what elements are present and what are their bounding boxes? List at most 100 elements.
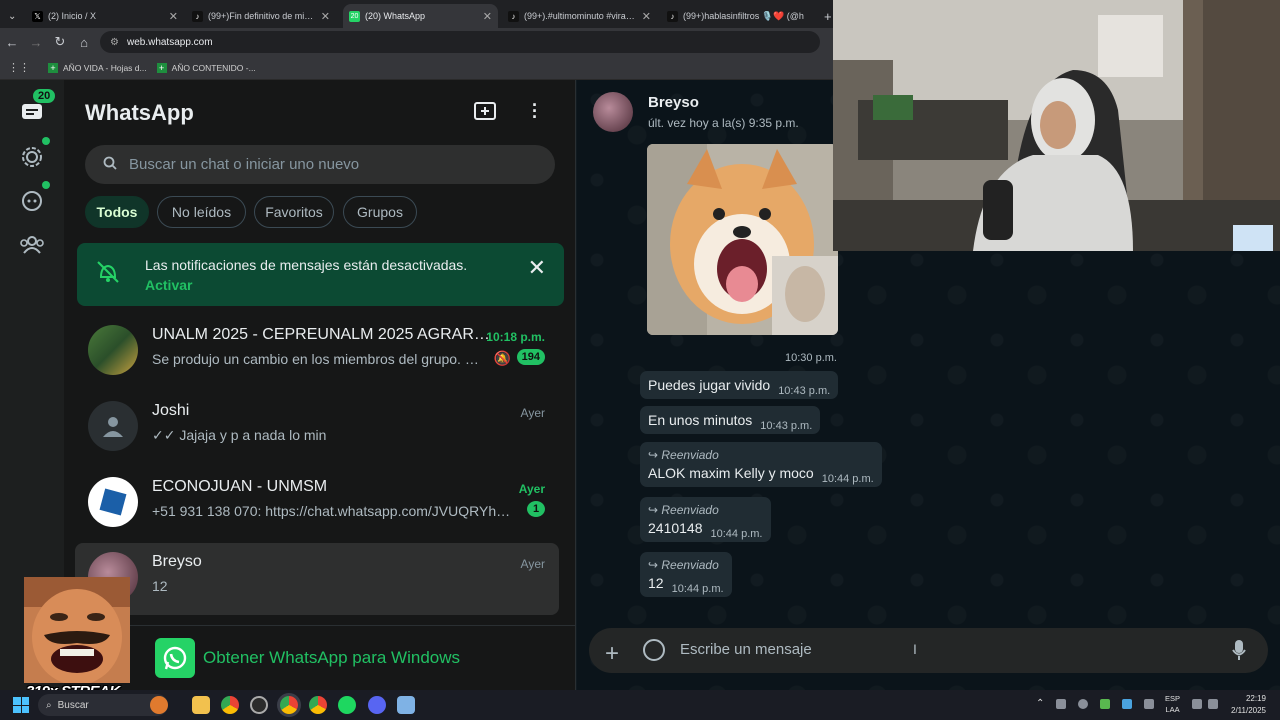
- tiktok-icon: ♪: [192, 10, 203, 22]
- communities-icon[interactable]: [18, 230, 46, 258]
- activate-link[interactable]: Activar: [145, 277, 192, 293]
- chat-time: Ayer: [518, 482, 545, 496]
- forward-icon[interactable]: →: [24, 35, 48, 50]
- windows-taskbar: ⌕ Buscar ⌃ ESP LAA 22:19 2/11/2025: [0, 690, 1280, 720]
- obs-icon[interactable]: [250, 696, 268, 714]
- notepad-icon[interactable]: [397, 696, 415, 714]
- apps-grid-icon[interactable]: ⋮⋮: [8, 61, 30, 74]
- file-explorer-icon[interactable]: [192, 696, 210, 714]
- tab-whatsapp[interactable]: 20 (20) WhatsApp ✕: [343, 4, 498, 28]
- tab-tiktok-1[interactable]: ♪ (99+)Fin definitivo de mi novela ✕: [186, 4, 336, 28]
- get-whatsapp-windows-link[interactable]: Obtener WhatsApp para Windows: [155, 638, 460, 678]
- bookmark-ano-vida[interactable]: + AÑO VIDA - Hojas d...: [48, 62, 147, 73]
- text-cursor-icon: I: [913, 641, 917, 657]
- site-info-icon[interactable]: ⚙: [110, 37, 119, 48]
- chat-preview: 12: [152, 578, 168, 594]
- forward-icon: ↪: [648, 558, 662, 572]
- close-tab-icon[interactable]: ✕: [483, 10, 492, 23]
- home-icon[interactable]: ⌂: [72, 35, 96, 50]
- filter-favoritos[interactable]: Favoritos: [254, 196, 334, 228]
- chat-item-unalm[interactable]: UNALM 2025 - CEPREUNALM 2025 AGRARIA ...…: [75, 316, 559, 388]
- contact-avatar[interactable]: [593, 92, 633, 132]
- message-time: 10:44 p.m.: [710, 528, 763, 540]
- message-composer: + Escribe un mensaje I: [577, 625, 1280, 690]
- sync-icon[interactable]: [1056, 699, 1066, 709]
- last-seen: últ. vez hoy a la(s) 9:35 p.m.: [648, 116, 799, 130]
- nvidia-icon[interactable]: [1100, 699, 1110, 709]
- language-indicator[interactable]: ESP LAA: [1165, 693, 1180, 715]
- image-message[interactable]: [647, 144, 838, 335]
- tab-x[interactable]: 𝕏 (2) Inicio / X ✕: [26, 4, 184, 28]
- message-bubble[interactable]: En unos minutos 10:43 p.m.: [640, 406, 821, 434]
- close-tab-icon[interactable]: ✕: [642, 10, 651, 23]
- forwarded-message-bubble[interactable]: ↪ Reenviado 2410148 10:44 p.m.: [640, 497, 771, 542]
- close-tab-icon[interactable]: ✕: [169, 10, 178, 23]
- message-input[interactable]: Escribe un mensaje: [680, 641, 812, 658]
- clock[interactable]: 22:19 2/11/2025: [1231, 693, 1266, 717]
- status-dot: [42, 137, 50, 145]
- discord-icon[interactable]: [368, 696, 386, 714]
- whatsapp-icon: 20: [349, 10, 360, 22]
- default-avatar-icon: [88, 401, 138, 451]
- chat-item-econojuan[interactable]: ECONOJUAN - UNMSM Ayer +51 931 138 070: …: [75, 468, 559, 540]
- search-icon: [103, 156, 117, 174]
- emoji-icon[interactable]: [643, 639, 665, 661]
- filter-no-leidos[interactable]: No leídos: [157, 196, 246, 228]
- group-avatar: [88, 477, 138, 527]
- filter-grupos[interactable]: Grupos: [343, 196, 417, 228]
- address-bar[interactable]: ⚙ web.whatsapp.com: [100, 31, 820, 53]
- menu-icon[interactable]: · · ·: [532, 96, 538, 126]
- filter-todos[interactable]: Todos: [85, 196, 149, 228]
- volume-icon[interactable]: [1208, 699, 1218, 709]
- network-app-icon[interactable]: [1122, 699, 1132, 709]
- conversation-header[interactable]: Breyso últ. vez hoy a la(s) 9:35 p.m.: [577, 80, 833, 144]
- notifications-banner: Las notificaciones de mensajes están des…: [77, 243, 564, 306]
- chrome-profile-icon[interactable]: [309, 696, 327, 714]
- microphone-tray-icon[interactable]: [1144, 699, 1154, 709]
- chat-item-joshi[interactable]: Joshi Ayer ✓✓ Jajaja y p a nada lo min: [75, 392, 559, 464]
- reload-icon[interactable]: ↻: [48, 34, 72, 50]
- image-time: 10:30 p.m.: [785, 352, 837, 364]
- attach-plus-icon[interactable]: +: [605, 640, 619, 668]
- taskbar-search[interactable]: ⌕ Buscar: [38, 694, 168, 716]
- tiktok-icon: ♪: [508, 10, 519, 22]
- message-text: 2410148: [648, 520, 703, 536]
- forwarded-message-bubble[interactable]: ↪ Reenviado 12 10:44 p.m.: [640, 552, 732, 597]
- back-icon[interactable]: ←: [0, 35, 24, 50]
- new-chat-icon[interactable]: [474, 102, 496, 127]
- app-title: WhatsApp: [85, 100, 194, 125]
- chrome-active-icon[interactable]: [280, 696, 298, 714]
- chrome-icon[interactable]: [221, 696, 239, 714]
- chat-item-breyso[interactable]: Breyso Ayer 12: [75, 543, 559, 615]
- forwarded-message-bubble[interactable]: ↪ Reenviado ALOK maxim Kelly y moco 10:44…: [640, 442, 882, 487]
- spotify-icon[interactable]: [338, 696, 356, 714]
- message-time: 10:43 p.m.: [760, 420, 813, 432]
- search-input[interactable]: Buscar un chat o iniciar uno nuevo: [85, 145, 555, 184]
- forwarded-label: ↪ Reenviado: [648, 448, 719, 462]
- message-bubble[interactable]: Puedes jugar vivido 10:43 p.m.: [640, 371, 839, 399]
- sheets-icon: +: [48, 62, 58, 73]
- chat-time: Ayer: [520, 557, 545, 571]
- unread-badge: 1: [527, 501, 545, 517]
- message-text: ALOK maxim Kelly y moco: [648, 465, 814, 481]
- close-icon[interactable]: ✕: [528, 255, 546, 281]
- windows-start-icon[interactable]: [13, 697, 29, 713]
- chevron-up-icon[interactable]: ⌃: [1036, 698, 1044, 709]
- streamer-camera-image: [833, 0, 1280, 251]
- microphone-icon[interactable]: [1232, 639, 1246, 667]
- browser-toolbar: ← → ↻ ⌂ ⚙ web.whatsapp.com: [0, 28, 833, 56]
- tab-tiktok-2[interactable]: ♪ (99+).#ultimominuto #vira #die ✕: [502, 4, 657, 28]
- tab-list-button[interactable]: ⌄: [2, 4, 24, 28]
- close-tab-icon[interactable]: ✕: [321, 10, 330, 23]
- tab-tiktok-3[interactable]: ♪ (99+)hablasinfiltros 🎙️❤️ (@h: [661, 4, 815, 28]
- new-tab-button[interactable]: +: [818, 4, 833, 28]
- status-icon[interactable]: [18, 143, 46, 171]
- chats-badge: 20: [33, 89, 56, 103]
- notifications-text: Las notificaciones de mensajes están des…: [145, 257, 468, 273]
- wifi-icon[interactable]: [1192, 699, 1202, 709]
- chat-name: Breyso: [152, 553, 202, 570]
- bookmark-ano-contenido[interactable]: + AÑO CONTENIDO -...: [156, 62, 256, 73]
- channels-icon[interactable]: [18, 187, 46, 215]
- tray-app-icon[interactable]: [1078, 699, 1088, 709]
- weather-icon[interactable]: [150, 696, 168, 714]
